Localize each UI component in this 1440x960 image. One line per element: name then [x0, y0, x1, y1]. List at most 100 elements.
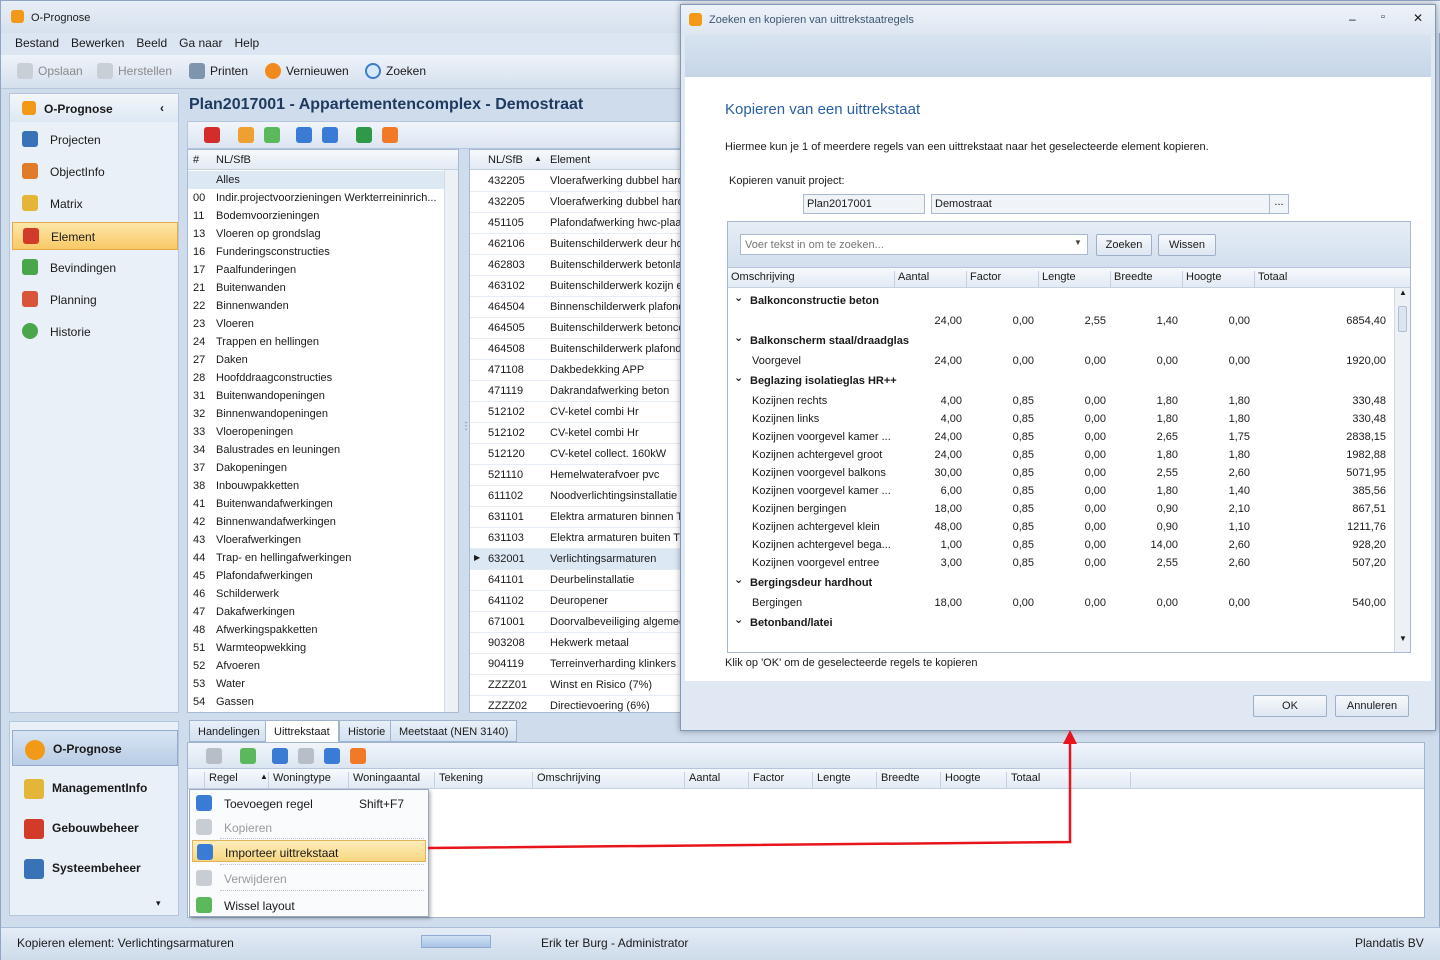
menu-bestand[interactable]: Bestand: [9, 33, 65, 53]
menu-item-kopieren[interactable]: Kopieren: [192, 816, 426, 838]
ok-button[interactable]: OK: [1253, 695, 1327, 717]
nlsfb-row[interactable]: 17 Paalfunderingen: [188, 261, 444, 279]
element-row[interactable]: 451105 Plafondafwerking hwc-plaat: [470, 213, 680, 234]
tools-icon[interactable]: [350, 748, 366, 764]
nlsfb-row[interactable]: 41 Buitenwandafwerkingen: [188, 495, 444, 513]
expand-chevron-icon[interactable]: ⌄: [734, 573, 743, 586]
expand-chevron-icon[interactable]: ⌄: [734, 371, 743, 384]
scroll-thumb[interactable]: [1398, 306, 1407, 332]
line-row[interactable]: Kozijnen voorgevel kamer ... 6,00 0,85 0,00…: [728, 482, 1394, 500]
menu-item-wissel-layout[interactable]: Wissel layout: [192, 894, 426, 916]
element-row[interactable]: 432205 Vloerafwerking dubbel hard: [470, 192, 680, 213]
element-row[interactable]: 471108 Dakbedekking APP: [470, 360, 680, 381]
element-row[interactable]: 671001 Doorvalbeveiliging algemee: [470, 612, 680, 633]
menu-beeld[interactable]: Beeld: [130, 33, 173, 53]
element-row[interactable]: 904119 Terreinverharding klinkers: [470, 654, 680, 675]
line-row[interactable]: Bergingen 18,00 0,00 0,00 0,00 0,00 540,00: [728, 594, 1394, 612]
element-row[interactable]: 464505 Buitenschilderwerk betonco: [470, 318, 680, 339]
collapse-chevron-icon[interactable]: ‹: [160, 101, 164, 115]
nlsfb-row[interactable]: Alles: [188, 171, 444, 189]
line-row[interactable]: 24,00 0,00 2,55 1,40 0,00 6854,40: [728, 312, 1394, 330]
add-icon[interactable]: [272, 748, 288, 764]
element-row[interactable]: ZZZZ02 Directievoering (6%): [470, 696, 680, 712]
nlsfb-row[interactable]: 22 Binnenwanden: [188, 297, 444, 315]
element-row[interactable]: ZZZZ01 Winst en Risico (7%): [470, 675, 680, 696]
duplicate-icon[interactable]: [322, 127, 338, 143]
line-row[interactable]: Kozijnen voorgevel balkons 30,00 0,85 0,00 2…: [728, 464, 1394, 482]
print-icon[interactable]: [382, 127, 398, 143]
menu-item-importeer-uittrekstaat[interactable]: Importeer uittrekstaat: [192, 840, 426, 862]
line-row[interactable]: Kozijnen achtergevel klein 48,00 0,85 0,00 0…: [728, 518, 1394, 536]
module-managementinfo[interactable]: ManagementInfo: [12, 770, 178, 806]
element-row[interactable]: 641102 Deuropener: [470, 591, 680, 612]
nlsfb-row[interactable]: 32 Binnenwandopeningen: [188, 405, 444, 423]
module-gebouwbeheer[interactable]: Gebouwbeheer: [12, 810, 178, 846]
group-row[interactable]: ⌄ Bergingsdeur hardhout: [728, 574, 1394, 592]
search-button[interactable]: Zoeken: [365, 63, 426, 79]
nav-item-objectinfo[interactable]: ObjectInfo: [12, 158, 178, 186]
restore-button[interactable]: Herstellen: [97, 63, 172, 79]
nlsfb-row[interactable]: 38 Inbouwpakketten: [188, 477, 444, 495]
nlsfb-row[interactable]: 45 Plafondafwerkingen: [188, 567, 444, 585]
clear-button[interactable]: Wissen: [1158, 234, 1216, 256]
element-row[interactable]: 611102 Noodverlichtingsinstallatie: [470, 486, 680, 507]
nlsfb-row[interactable]: 37 Dakopeningen: [188, 459, 444, 477]
nlsfb-row[interactable]: 13 Vloeren op grondslag: [188, 225, 444, 243]
nav-item-element[interactable]: Element: [12, 222, 178, 250]
nlsfb-row[interactable]: 43 Vloerafwerkingen: [188, 531, 444, 549]
element-row[interactable]: 631103 Elektra armaturen buiten TL: [470, 528, 680, 549]
element-row[interactable]: ▶ 632001 Verlichtingsarmaturen: [470, 549, 680, 570]
copy-icon[interactable]: [298, 748, 314, 764]
project-code-field[interactable]: Plan2017001: [803, 194, 925, 214]
excel-icon[interactable]: [356, 127, 372, 143]
group-row[interactable]: ⌄ Beglazing isolatieglas HR++: [728, 372, 1394, 390]
close-icon[interactable]: ✕: [1413, 11, 1423, 25]
tab-handelingen[interactable]: Handelingen: [189, 720, 269, 742]
nlsfb-row[interactable]: 21 Buitenwanden: [188, 279, 444, 297]
nav-item-bevindingen[interactable]: Bevindingen: [12, 254, 178, 282]
search-input[interactable]: [740, 234, 1088, 255]
line-row[interactable]: Voorgevel 24,00 0,00 0,00 0,00 0,00 1920,00: [728, 352, 1394, 370]
browse-button[interactable]: ...: [1269, 194, 1289, 214]
nlsfb-row[interactable]: 11 Bodemvoorzieningen: [188, 207, 444, 225]
element-row[interactable]: 463102 Buitenschilderwerk kozijn e: [470, 276, 680, 297]
minimize-icon[interactable]: –: [1349, 12, 1356, 26]
nlsfb-row[interactable]: 24 Trappen en hellingen: [188, 333, 444, 351]
menu-item-toevoegen-regel[interactable]: Toevoegen regel Shift+F7: [192, 792, 426, 814]
module-o-prognose[interactable]: O-Prognose: [12, 730, 178, 766]
delete-icon[interactable]: [204, 127, 220, 143]
element-row[interactable]: 521110 Hemelwaterafvoer pvc: [470, 465, 680, 486]
add-icon[interactable]: [296, 127, 312, 143]
lines-scrollbar[interactable]: ▲ ▼: [1394, 288, 1410, 652]
expand-chevron-icon[interactable]: ⌄: [734, 331, 743, 344]
nlsfb-row[interactable]: 23 Vloeren: [188, 315, 444, 333]
delete-icon[interactable]: [206, 748, 222, 764]
group-row[interactable]: ⌄ Balkonconstructie beton: [728, 292, 1394, 310]
nlsfb-row[interactable]: 54 Gassen: [188, 693, 444, 711]
search-submit-button[interactable]: Zoeken: [1096, 234, 1152, 256]
line-row[interactable]: Kozijnen rechts 4,00 0,85 0,00 1,80 1,80 330,4…: [728, 392, 1394, 410]
nlsfb-row[interactable]: 33 Vloeropeningen: [188, 423, 444, 441]
element-row[interactable]: 641101 Deurbelinstallatie: [470, 570, 680, 591]
nlsfb-row[interactable]: 27 Daken: [188, 351, 444, 369]
nlsfb-row[interactable]: 42 Binnenwandafwerkingen: [188, 513, 444, 531]
element-row[interactable]: 903208 Hekwerk metaal: [470, 633, 680, 654]
nlsfb-row[interactable]: 00 Indir.projectvoorzieningen Werkterrein…: [188, 189, 444, 207]
scroll-up-icon[interactable]: ▲: [1399, 288, 1407, 297]
expand-chevron-icon[interactable]: ⌄: [734, 613, 743, 626]
nav-more-chevron-icon[interactable]: ▾: [156, 898, 161, 909]
nlsfb-row[interactable]: 34 Balustrades en leuningen: [188, 441, 444, 459]
nlsfb-row[interactable]: 31 Buitenwandopeningen: [188, 387, 444, 405]
print-button[interactable]: Printen: [189, 63, 248, 79]
import-icon[interactable]: [324, 748, 340, 764]
cancel-button[interactable]: Annuleren: [1335, 695, 1409, 717]
line-row[interactable]: Kozijnen achtergevel bega... 1,00 0,85 0,00…: [728, 536, 1394, 554]
project-name-field[interactable]: Demostraat: [931, 194, 1271, 214]
element-row[interactable]: 432205 Vloerafwerking dubbel hard: [470, 171, 680, 192]
element-row[interactable]: 512120 CV-ketel collect. 160kW: [470, 444, 680, 465]
element-row[interactable]: 464504 Binnenschilderwerk plafond: [470, 297, 680, 318]
element-row[interactable]: 512102 CV-ketel combi Hr: [470, 402, 680, 423]
element-row[interactable]: 462803 Buitenschilderwerk betonlat: [470, 255, 680, 276]
nlsfb-row[interactable]: 51 Warmteopwekking: [188, 639, 444, 657]
group-row[interactable]: ⌄ Balkonscherm staal/draadglas: [728, 332, 1394, 350]
